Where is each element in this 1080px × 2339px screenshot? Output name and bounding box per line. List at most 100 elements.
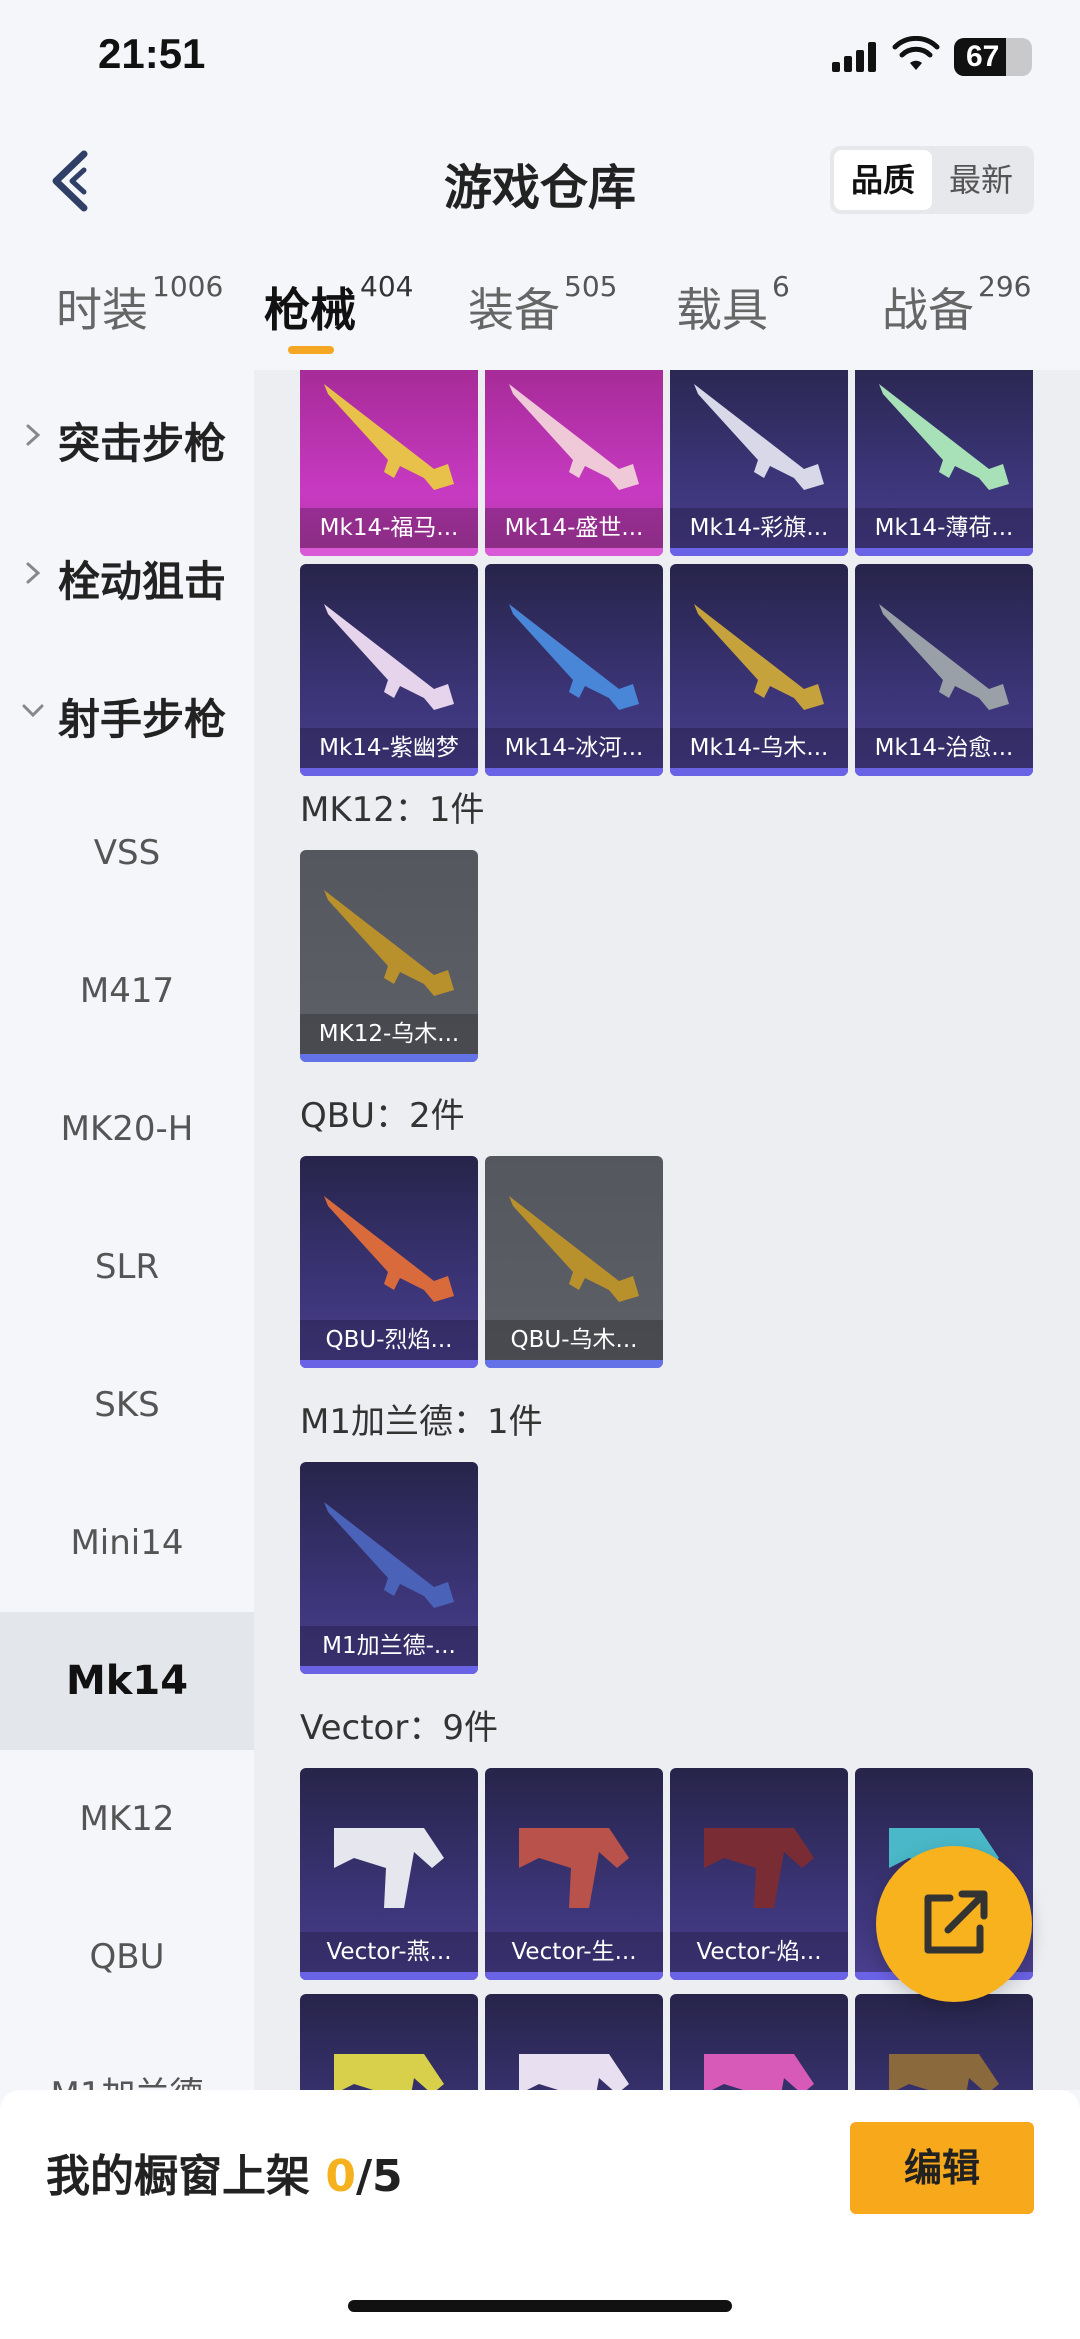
bottom-bar: 我的橱窗上架 0/5 编辑 xyxy=(0,2090,1080,2339)
rarity-bar xyxy=(485,1360,663,1368)
tab-equipment[interactable]: 装备 505 xyxy=(468,270,617,340)
tab-vehicles[interactable]: 载具 6 xyxy=(676,270,790,340)
item-name: QBU-乌木... xyxy=(485,1320,663,1360)
rifle-icon xyxy=(509,384,639,490)
item-card[interactable] xyxy=(670,1994,848,2090)
item-name: Vector-燕... xyxy=(300,1932,478,1972)
item-name: QBU-烈焰... xyxy=(300,1320,478,1360)
item-card[interactable]: QBU-乌木... xyxy=(485,1156,663,1368)
rifle-icon xyxy=(324,604,454,710)
item-card[interactable]: Mk14-冰河... xyxy=(485,564,663,776)
sidebar-item-m1-garand[interactable]: M1加兰德 xyxy=(0,2026,254,2090)
tab-fashion[interactable]: 时装 1006 xyxy=(56,270,223,340)
cellular-signal-icon xyxy=(832,42,878,72)
rifle-icon xyxy=(509,1196,639,1302)
sidebar-item-vss[interactable]: VSS xyxy=(0,784,254,922)
tab-label: 时装 xyxy=(56,283,148,337)
sidebar-item-mk12[interactable]: MK12 xyxy=(0,1750,254,1888)
rifle-icon xyxy=(324,384,454,490)
sidebar-category-label: 突击步枪 xyxy=(58,419,227,468)
item-card[interactable]: Mk14-紫幽梦 xyxy=(300,564,478,776)
smg-icon xyxy=(519,1828,629,1908)
tab-label: 战备 xyxy=(882,283,974,337)
battery-level: 67 xyxy=(966,40,1000,73)
rifle-icon xyxy=(324,1196,454,1302)
status-bar: 21:51 67 xyxy=(0,0,1080,120)
showcase-count: 0 xyxy=(325,2151,356,2202)
smg-icon xyxy=(334,2054,444,2090)
item-card[interactable]: Vector-生... xyxy=(485,1768,663,1980)
rifle-icon xyxy=(324,890,454,996)
showcase-status: 我的橱窗上架 0/5 xyxy=(46,2140,403,2204)
showcase-label: 我的橱窗上架 xyxy=(46,2151,326,2202)
sidebar-item-slr[interactable]: SLR xyxy=(0,1198,254,1336)
item-card[interactable]: Mk14-彩旗... xyxy=(670,370,848,556)
item-card[interactable] xyxy=(485,1994,663,2090)
section-header-m1-garand: M1加兰德：1件 xyxy=(300,1402,543,1442)
sidebar-item-mk20h[interactable]: MK20-H xyxy=(0,1060,254,1198)
rarity-bar xyxy=(300,768,478,776)
item-name: Mk14-治愈... xyxy=(855,728,1033,768)
item-card[interactable] xyxy=(855,1994,1033,2090)
item-card[interactable]: Mk14-福马... xyxy=(300,370,478,556)
category-tabs: 时装 1006 枪械 404 装备 505 载具 6 战备 296 xyxy=(0,250,1080,370)
rarity-bar xyxy=(300,1360,478,1368)
item-card[interactable]: Vector-燕... xyxy=(300,1768,478,1980)
item-card[interactable]: Mk14-治愈... xyxy=(855,564,1033,776)
rarity-bar xyxy=(670,1972,848,1980)
tab-supplies[interactable]: 战备 296 xyxy=(882,270,1031,340)
sidebar-category-assault-rifles[interactable]: 突击步枪 xyxy=(0,370,254,508)
wifi-icon xyxy=(892,36,940,70)
sort-newest-button[interactable]: 最新 xyxy=(932,150,1030,210)
section-header-qbu: QBU：2件 xyxy=(300,1096,465,1136)
rifle-icon xyxy=(509,604,639,710)
showcase-total: /5 xyxy=(355,2151,403,2202)
item-card[interactable] xyxy=(300,1994,478,2090)
item-card[interactable]: Mk14-薄荷... xyxy=(855,370,1033,556)
item-card[interactable]: QBU-烈焰... xyxy=(300,1156,478,1368)
rarity-bar xyxy=(300,548,478,556)
sidebar-category-bolt-snipers[interactable]: 栓动狙击 xyxy=(0,508,254,646)
chevron-right-icon xyxy=(26,424,41,446)
smg-icon xyxy=(519,2054,629,2090)
status-time: 21:51 xyxy=(98,30,206,77)
tab-guns[interactable]: 枪械 404 xyxy=(264,270,413,340)
sidebar-category-dmr[interactable]: 射手步枪 xyxy=(0,646,254,784)
tab-count: 404 xyxy=(360,270,414,303)
item-card[interactable]: MK12-乌木... xyxy=(300,850,478,1062)
tab-count: 296 xyxy=(978,270,1032,303)
item-card[interactable]: M1加兰德-... xyxy=(300,1462,478,1674)
item-name: Mk14-冰河... xyxy=(485,728,663,768)
chevron-down-icon xyxy=(22,704,44,718)
sidebar-item-mk14[interactable]: Mk14 xyxy=(0,1612,254,1750)
rarity-bar xyxy=(485,1972,663,1980)
rifle-icon xyxy=(324,1502,454,1608)
smg-icon xyxy=(889,2054,999,2090)
sidebar-item-mini14[interactable]: Mini14 xyxy=(0,1474,254,1612)
item-name: Mk14-盛世... xyxy=(485,508,663,548)
tab-count: 1006 xyxy=(152,270,224,303)
sort-quality-button[interactable]: 品质 xyxy=(834,150,932,210)
section-header-vector: Vector：9件 xyxy=(300,1708,498,1748)
sidebar-item-sks[interactable]: SKS xyxy=(0,1336,254,1474)
share-icon xyxy=(924,1890,988,1954)
item-card[interactable]: Mk14-盛世... xyxy=(485,370,663,556)
rifle-icon xyxy=(694,384,824,490)
edit-button[interactable]: 编辑 xyxy=(850,2122,1034,2214)
share-button[interactable] xyxy=(876,1846,1032,2002)
header: 游戏仓库 品质 最新 xyxy=(0,120,1080,240)
sidebar-item-qbu[interactable]: QBU xyxy=(0,1888,254,2026)
tab-label: 装备 xyxy=(468,283,560,337)
tab-count: 505 xyxy=(564,270,618,303)
home-indicator[interactable] xyxy=(348,2300,732,2312)
item-card[interactable]: Mk14-乌木... xyxy=(670,564,848,776)
battery-icon: 67 xyxy=(954,38,1032,76)
rarity-bar xyxy=(485,768,663,776)
sidebar: 突击步枪 栓动狙击 射手步枪 VSS M417 MK20-H SLR SKS M… xyxy=(0,370,254,2090)
item-name: Mk14-乌木... xyxy=(670,728,848,768)
item-card[interactable]: Vector-焰... xyxy=(670,1768,848,1980)
sidebar-item-m417[interactable]: M417 xyxy=(0,922,254,1060)
rarity-bar xyxy=(670,768,848,776)
item-name: MK12-乌木... xyxy=(300,1014,478,1054)
item-name: Mk14-薄荷... xyxy=(855,508,1033,548)
